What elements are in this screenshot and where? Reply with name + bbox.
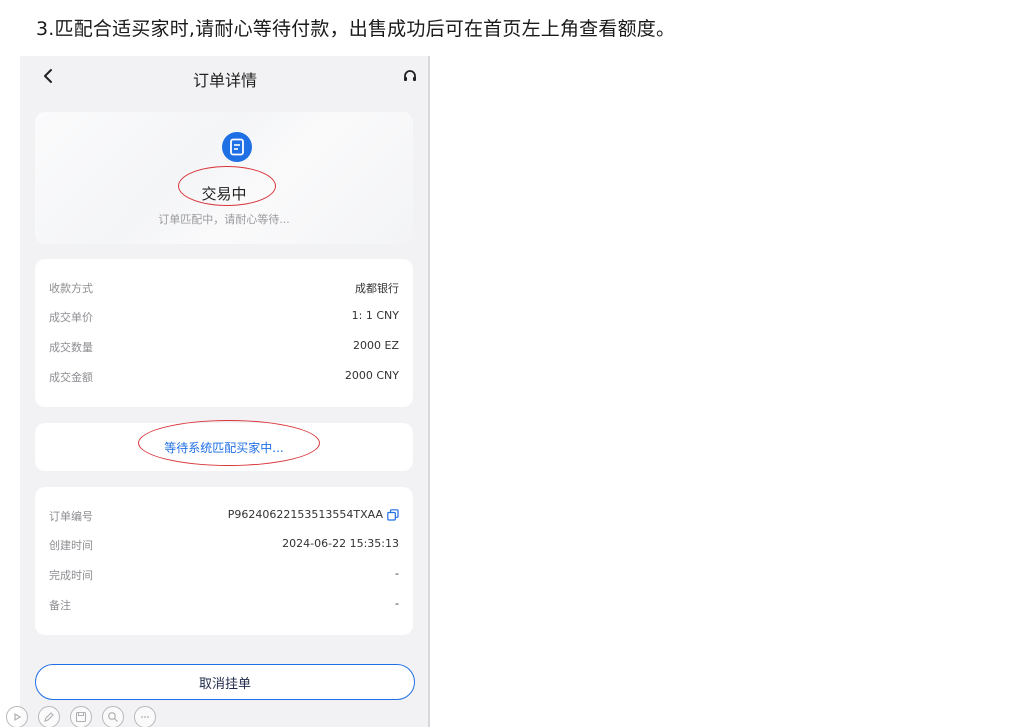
headset-icon	[404, 70, 416, 81]
trade-info-row: 成交数量 2000 EZ	[49, 339, 399, 355]
matching-status-card: 等待系统匹配买家中...	[35, 420, 413, 471]
pencil-icon	[44, 712, 54, 722]
annotation-circle-waiting	[138, 420, 320, 466]
trade-info-row: 收款方式 成都银行	[49, 280, 399, 296]
quantity-value: 2000 EZ	[353, 339, 399, 352]
play-icon	[14, 712, 22, 722]
completed-time-label: 完成时间	[49, 569, 93, 582]
amount-label: 成交金额	[49, 371, 93, 384]
save-icon	[75, 711, 87, 723]
amount-value: 2000 CNY	[344, 369, 399, 382]
instruction-text: 3.匹配合适买家时,请耐心等待付款，出售成功后可在首页左上角查看额度。	[36, 18, 676, 40]
order-detail-row: 订单编号 P96240622153513554TXAA	[49, 508, 399, 524]
cancel-listing-button[interactable]: 取消挂单	[35, 664, 415, 700]
annotate-button[interactable]	[38, 706, 60, 727]
order-status-card: 交易中 订单匹配中，请耐心等待...	[35, 112, 413, 244]
save-button[interactable]	[70, 706, 92, 727]
unit-price-value: 1: 1 CNY	[351, 309, 399, 322]
payment-method-value: 成都银行	[355, 282, 399, 295]
quantity-label: 成交数量	[49, 341, 93, 354]
order-number-label: 订单编号	[49, 510, 93, 523]
completed-time-value: -	[395, 567, 399, 580]
copy-icon	[387, 508, 399, 521]
created-time-value: 2024-06-22 15:35:13	[282, 537, 399, 550]
page-title: 订单详情	[192, 71, 257, 90]
document-icon	[222, 132, 252, 162]
play-button[interactable]	[6, 706, 28, 727]
more-dots-icon	[141, 716, 149, 718]
order-detail-row: 创建时间 2024-06-22 15:35:13	[49, 537, 399, 553]
trade-info-row: 成交金额 2000 CNY	[49, 369, 399, 385]
order-number-value-group: P96240622153513554TXAA	[228, 508, 399, 521]
annotation-circle-status	[178, 166, 276, 206]
magnifier-icon	[108, 712, 118, 722]
status-subtitle: 订单匹配中，请耐心等待...	[158, 213, 290, 226]
order-detail-row: 完成时间 -	[49, 567, 399, 583]
order-detail-row: 备注 -	[49, 597, 399, 613]
unit-price-label: 成交单价	[49, 311, 93, 324]
zoom-button[interactable]	[102, 706, 124, 727]
more-button[interactable]	[134, 706, 156, 727]
customer-support-button[interactable]	[400, 66, 420, 86]
trade-info-card: 收款方式 成都银行 成交单价 1: 1 CNY 成交数量 2000 EZ 成交金…	[35, 259, 413, 407]
top-navigation-bar: 订单详情	[20, 56, 428, 100]
remark-value: -	[395, 597, 399, 610]
copy-button[interactable]	[387, 508, 399, 521]
remark-label: 备注	[49, 599, 71, 612]
created-time-label: 创建时间	[49, 539, 93, 552]
trade-info-row: 成交单价 1: 1 CNY	[49, 309, 399, 325]
order-number-value: P96240622153513554TXAA	[227, 508, 383, 521]
order-detail-screen: 订单详情 交易中 订单匹配中，请耐心等待... 收款方式 成都银行 成交单价 1…	[20, 56, 430, 727]
payment-method-label: 收款方式	[49, 282, 93, 295]
order-details-card: 订单编号 P96240622153513554TXAA 创建时间 2024-06…	[35, 487, 413, 635]
image-viewer-toolbar	[6, 706, 156, 727]
